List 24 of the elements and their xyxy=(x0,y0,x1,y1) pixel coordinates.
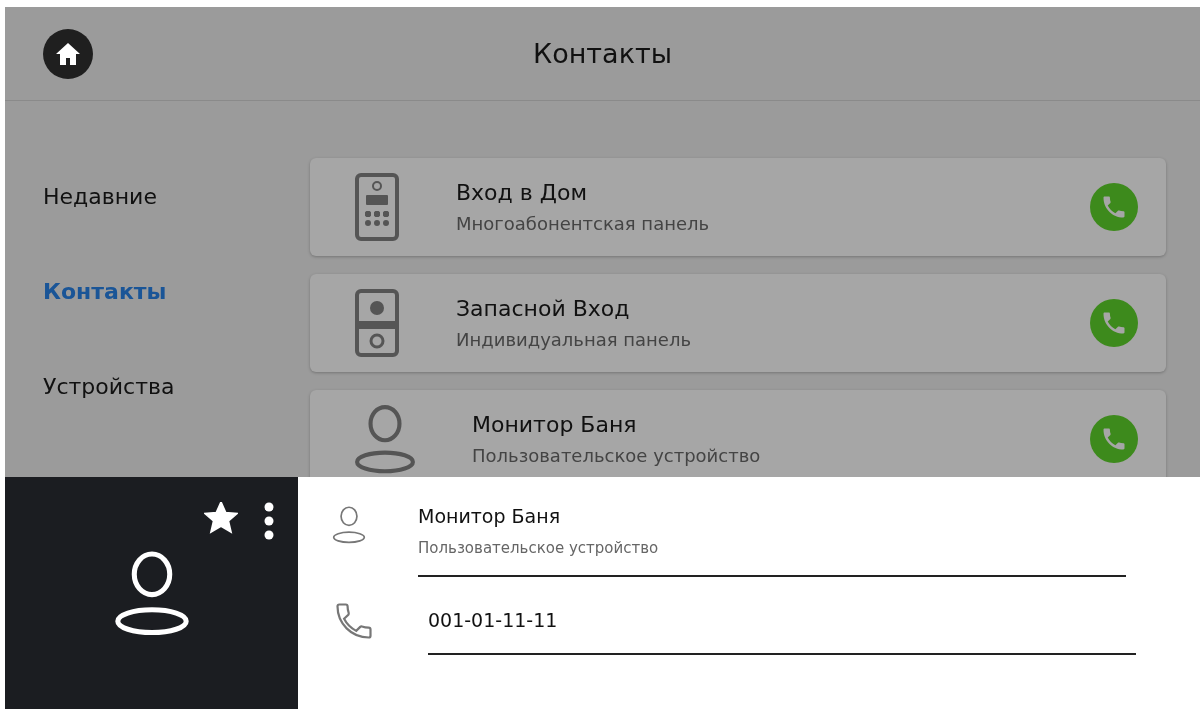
sidebar-item[interactable]: Недавние xyxy=(5,174,310,269)
contact-card[interactable]: Монитор Баня Пользовательское устройство xyxy=(310,390,1166,477)
intercom-panel-icon xyxy=(354,172,400,242)
contact-type: Многоабонентская панель xyxy=(456,213,711,234)
contact-type: Пользовательское устройство xyxy=(472,445,762,466)
contact-card[interactable]: Запасной Вход Индивидуальная панель xyxy=(310,274,1166,372)
field-caption: Пользовательское устройство xyxy=(418,539,660,557)
home-button[interactable] xyxy=(43,29,93,79)
contact-type: Индивидуальная панель xyxy=(456,329,693,350)
user-icon xyxy=(354,403,416,475)
avatar-icon xyxy=(113,549,190,637)
favorite-star-icon[interactable] xyxy=(204,502,238,534)
doorbell-panel-icon xyxy=(354,288,400,358)
contact-name: Монитор Баня xyxy=(472,412,638,437)
contact-name: Запасной Вход xyxy=(456,296,631,321)
more-menu-icon[interactable] xyxy=(263,502,275,540)
screen-title: Контакты xyxy=(533,38,672,69)
contact-card[interactable]: Вход в Дом Многоабонентская панель xyxy=(310,158,1166,256)
person-icon xyxy=(332,505,366,545)
home-icon xyxy=(55,42,81,66)
contact-name: Вход в Дом xyxy=(456,180,588,205)
sidebar-item[interactable]: Устройства xyxy=(5,364,310,459)
field-value: Монитор Баня xyxy=(418,505,562,527)
field-value: 001-01-11-11 xyxy=(428,609,559,631)
